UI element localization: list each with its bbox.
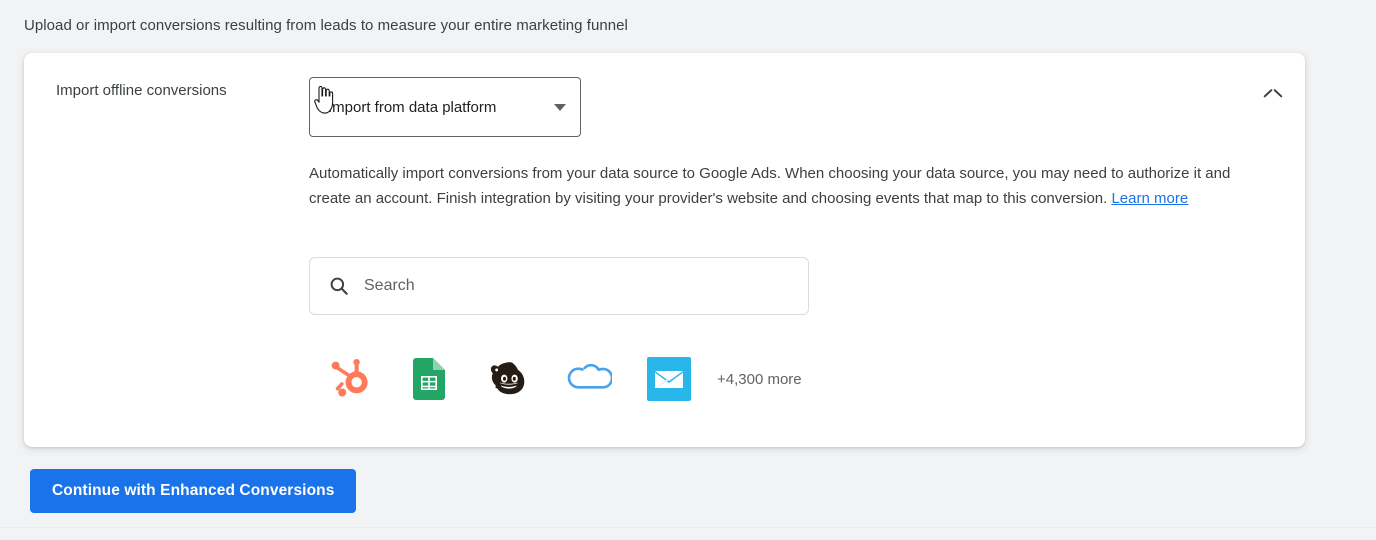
search-input[interactable]: [364, 277, 790, 295]
google-sheets-icon: [413, 358, 445, 400]
envelope-square-icon: [647, 357, 691, 401]
page-root: Upload or import conversions resulting f…: [0, 0, 1376, 540]
import-method-select[interactable]: Import from data platform: [309, 77, 581, 137]
search-icon: [330, 277, 348, 295]
card-title: Import offline conversions: [56, 82, 227, 99]
salesforce-cloud-icon: [567, 363, 612, 389]
bottom-divider: [0, 527, 1376, 528]
platform-logo-google-sheets[interactable]: [389, 351, 469, 407]
hubspot-icon: [331, 359, 368, 397]
import-method-select-value: Import from data platform: [328, 98, 497, 116]
continue-with-enhanced-conversions-button[interactable]: Continue with Enhanced Conversions: [30, 469, 357, 513]
platform-logo-hubspot[interactable]: [309, 351, 389, 407]
chevron-up-icon: [1265, 93, 1281, 102]
platform-logo-mailchimp[interactable]: [469, 351, 549, 407]
platform-search-box[interactable]: [309, 257, 809, 315]
card-description-text: Automatically import conversions from yo…: [309, 165, 1231, 207]
learn-more-link[interactable]: Learn more: [1111, 190, 1188, 207]
page-intro-text: Upload or import conversions resulting f…: [24, 17, 628, 34]
platform-logo-salesforce[interactable]: [549, 351, 629, 407]
import-offline-conversions-card: Import offline conversions Import from d…: [24, 53, 1305, 447]
platform-logo-campaign-monitor[interactable]: [629, 351, 709, 407]
platform-logos-row: +4,300 more: [309, 351, 802, 407]
card-description: Automatically import conversions from yo…: [309, 161, 1234, 211]
collapse-card-button[interactable]: [1255, 79, 1291, 115]
caret-down-icon: [554, 103, 566, 111]
more-platforms-label: +4,300 more: [717, 370, 802, 388]
mailchimp-icon: [490, 362, 525, 395]
